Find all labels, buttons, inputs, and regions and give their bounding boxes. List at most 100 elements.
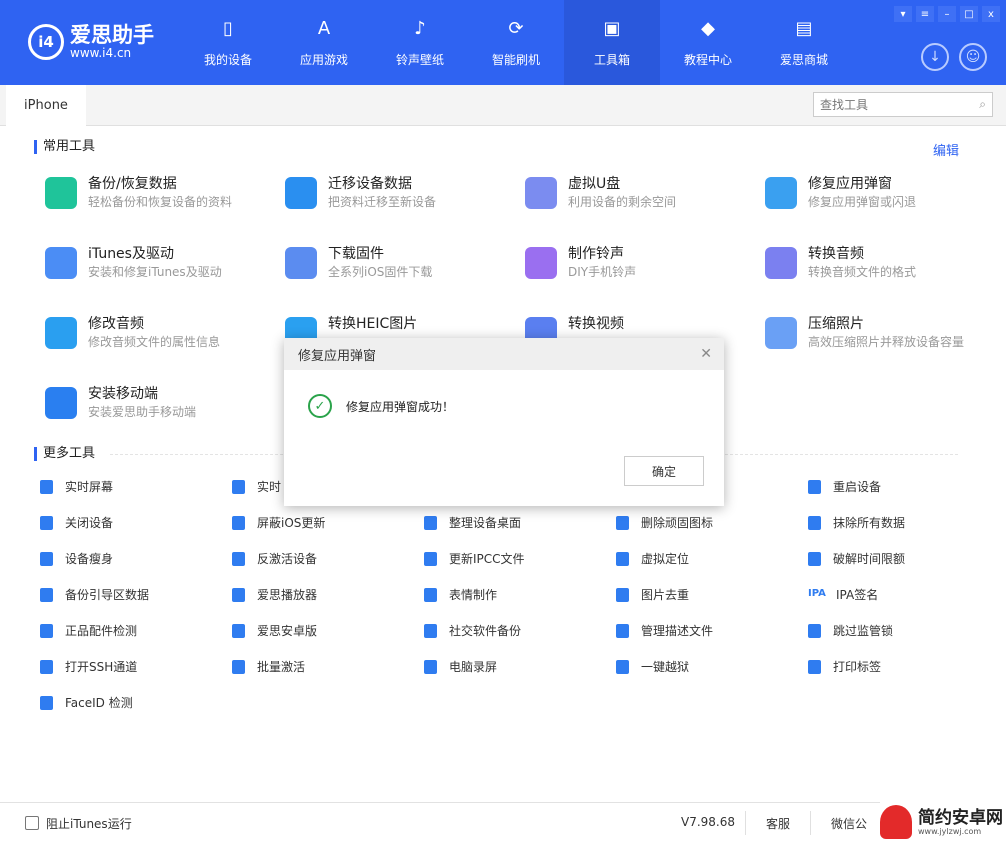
tool-title: 虚拟U盘: [568, 176, 621, 192]
shirt-icon[interactable]: ▾: [894, 6, 912, 22]
more-tool[interactable]: 打开SSH通道: [40, 658, 225, 675]
logo-name: 爱思助手: [70, 23, 154, 47]
version-label: V7.98.68: [681, 815, 736, 829]
tool-label: 表情制作: [449, 588, 498, 602]
close-icon[interactable]: x: [982, 6, 1000, 22]
common-tool[interactable]: 压缩照片 高效压缩照片并释放设备容量: [765, 315, 995, 351]
tool-label: 电脑录屏: [449, 660, 498, 674]
tool-label: 爱思播放器: [257, 588, 318, 602]
more-tool[interactable]: 备份引导区数据: [40, 586, 225, 603]
download-icon[interactable]: ↓: [921, 43, 949, 71]
tool-label: 管理描述文件: [641, 624, 714, 638]
maximize-icon[interactable]: □: [960, 6, 978, 22]
search-box[interactable]: ⌕: [813, 92, 993, 117]
more-tool[interactable]: 抹除所有数据: [808, 514, 993, 531]
more-tool[interactable]: 正品配件检测: [40, 622, 225, 639]
more-tool[interactable]: 一键越狱: [616, 658, 801, 675]
block-itunes-checkbox[interactable]: [25, 816, 39, 830]
more-tool[interactable]: 电脑录屏: [424, 658, 609, 675]
nav-item-6[interactable]: ▤ 爱思商城: [756, 0, 852, 85]
tool-icon: [40, 479, 53, 494]
tool-icon: [808, 551, 821, 566]
tool-icon: [808, 479, 821, 494]
common-tool[interactable]: 修改音频 修改音频文件的属性信息: [45, 315, 275, 351]
tool-title: 转换HEIC图片: [328, 316, 418, 332]
more-tool[interactable]: 爱思播放器: [232, 586, 417, 603]
tool-label: 批量激活: [257, 660, 306, 674]
logo: i4 爱思助手 www.i4.cn: [28, 24, 154, 60]
ok-button[interactable]: 确定: [624, 456, 704, 486]
common-tool[interactable]: 迁移设备数据 把资料迁移至新设备: [285, 175, 515, 211]
nav-item-2[interactable]: ♪ 铃声壁纸: [372, 0, 468, 85]
tool-title: 转换视频: [568, 316, 624, 332]
wechat-link[interactable]: 微信公: [831, 815, 867, 832]
more-tool[interactable]: 图片去重: [616, 586, 801, 603]
divider: [745, 811, 746, 835]
tool-icon: IPA: [808, 587, 826, 599]
edit-link[interactable]: 编辑: [933, 140, 959, 159]
tool-icon: [525, 247, 557, 279]
more-tool[interactable]: IPA IPA签名: [808, 586, 993, 603]
tool-label: 破解时间限额: [833, 552, 906, 566]
more-tool[interactable]: 爱思安卓版: [232, 622, 417, 639]
more-tool[interactable]: 删除顽固图标: [616, 514, 801, 531]
tool-icon: [45, 177, 77, 209]
tool-icon: [232, 479, 245, 494]
more-tool[interactable]: 管理描述文件: [616, 622, 801, 639]
more-tool[interactable]: FaceID 检测: [40, 694, 225, 711]
tool-desc: 全系列iOS固件下载: [328, 265, 433, 279]
nav-item-0[interactable]: ▯ 我的设备: [180, 0, 276, 85]
tool-label: 实时: [257, 480, 282, 494]
more-tool[interactable]: 破解时间限额: [808, 550, 993, 567]
more-tool[interactable]: 更新IPCC文件: [424, 550, 609, 567]
phone-icon: ▯: [223, 17, 233, 39]
dialog-message: 修复应用弹窗成功！: [346, 399, 455, 414]
tool-icon: [232, 587, 245, 602]
service-link[interactable]: 客服: [766, 815, 790, 832]
repair-dialog: 修复应用弹窗 ✕ ✓ 修复应用弹窗成功！ 确定: [284, 338, 724, 506]
search-icon[interactable]: ⌕: [979, 97, 986, 112]
tab-iphone[interactable]: iPhone: [6, 85, 86, 126]
more-tool[interactable]: 虚拟定位: [616, 550, 801, 567]
success-check-icon: ✓: [308, 394, 332, 418]
more-tool[interactable]: 打印标签: [808, 658, 993, 675]
tool-icon: [424, 623, 437, 638]
more-tool[interactable]: 重启设备: [808, 478, 993, 495]
common-tool[interactable]: 虚拟U盘 利用设备的剩余空间: [525, 175, 755, 211]
more-tool[interactable]: 反激活设备: [232, 550, 417, 567]
more-tool[interactable]: 关闭设备: [40, 514, 225, 531]
common-tool[interactable]: iTunes及驱动 安装和修复iTunes及驱动: [45, 245, 275, 281]
tool-icon: [285, 247, 317, 279]
more-tool[interactable]: 跳过监管锁: [808, 622, 993, 639]
more-tool[interactable]: 批量激活: [232, 658, 417, 675]
more-tool[interactable]: 屏蔽iOS更新: [232, 514, 417, 531]
menu-icon[interactable]: ≡: [916, 6, 934, 22]
user-avatar-icon[interactable]: ☺: [959, 43, 987, 71]
more-tool[interactable]: 设备瘦身: [40, 550, 225, 567]
common-tool[interactable]: 转换音频 转换音频文件的格式: [765, 245, 995, 281]
tool-title: 下载固件: [328, 246, 384, 262]
nav-item-4[interactable]: ▣ 工具箱: [564, 0, 660, 85]
nav-label: 铃声壁纸: [395, 53, 444, 67]
more-tool[interactable]: 社交软件备份: [424, 622, 609, 639]
dialog-close-icon[interactable]: ✕: [700, 346, 712, 362]
minimize-icon[interactable]: –: [938, 6, 956, 22]
common-tool[interactable]: 下载固件全系列iOS固件下载: [285, 245, 515, 281]
more-tool[interactable]: 整理设备桌面: [424, 514, 609, 531]
common-tool[interactable]: 制作铃声 DIY手机铃声: [525, 245, 755, 281]
nav-item-5[interactable]: ◆ 教程中心: [660, 0, 756, 85]
tool-title: 压缩照片: [808, 316, 864, 332]
common-tool[interactable]: 修复应用弹窗 修复应用弹窗或闪退: [765, 175, 995, 211]
search-input[interactable]: [820, 97, 960, 112]
nav-item-3[interactable]: ⟳ 智能刷机: [468, 0, 564, 85]
nav-item-1[interactable]: A 应用游戏: [276, 0, 372, 85]
common-tool[interactable]: 备份/恢复数据 轻松备份和恢复设备的资料: [45, 175, 275, 211]
nav-label: 应用游戏: [299, 53, 348, 67]
tool-icon: [45, 317, 77, 349]
more-tool[interactable]: 表情制作: [424, 586, 609, 603]
tool-label: 虚拟定位: [641, 552, 690, 566]
tool-desc: 把资料迁移至新设备: [328, 195, 437, 209]
more-tool[interactable]: 实时屏幕: [40, 478, 225, 495]
block-itunes-label[interactable]: 阻止iTunes运行: [46, 815, 132, 832]
common-tool[interactable]: 安装移动端 安装爱思助手移动端: [45, 385, 275, 421]
